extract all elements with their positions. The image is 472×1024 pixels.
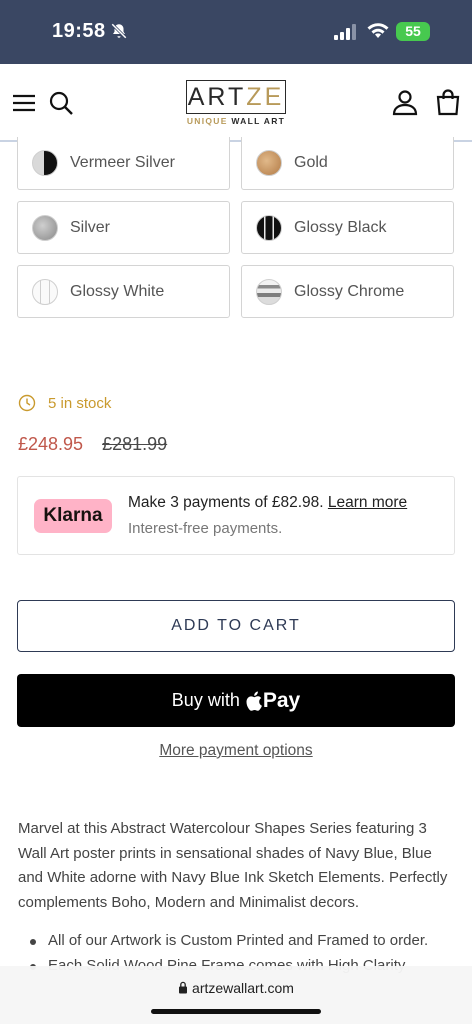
sale-price: £248.95 <box>18 434 84 454</box>
logo-tag-b: WALL ART <box>227 116 286 126</box>
klarna-learn-more-link[interactable]: Learn more <box>328 494 407 511</box>
cellular-signal-icon <box>334 24 356 40</box>
bell-off-icon <box>111 23 127 39</box>
buy-with-apple-pay-button[interactable]: Buy with Pay <box>17 674 455 727</box>
artze-logo[interactable]: ARTZE UNIQUE WALL ART <box>186 80 286 130</box>
klarna-subtext: Interest-free payments. <box>128 520 283 537</box>
logo-tagline: UNIQUE WALL ART <box>186 116 286 126</box>
clock-icon <box>18 394 36 412</box>
frame-option-label: Glossy White <box>70 282 165 300</box>
battery-level: 55 <box>405 23 421 39</box>
cart-bag-icon[interactable] <box>434 88 462 116</box>
search-icon[interactable] <box>48 90 76 118</box>
more-payment-options-link[interactable]: More payment options <box>159 742 312 759</box>
battery-indicator: 55 <box>396 22 430 41</box>
klarna-message: Make 3 payments of £82.98. <box>128 494 324 511</box>
glossy-black-swatch <box>256 214 282 241</box>
klarna-badge: Klarna <box>34 499 112 533</box>
pay-label: Pay <box>262 688 301 712</box>
frame-option-label: Vermeer Silver <box>70 154 175 171</box>
status-bar: 19:58 55 <box>0 0 472 64</box>
buy-with-label: Buy with <box>171 690 240 710</box>
frame-option-label: Glossy Chrome <box>294 282 405 300</box>
price-row: £248.95 £281.99 <box>18 434 167 455</box>
klarna-promo: Klarna Make 3 payments of £82.98. Learn … <box>17 476 455 555</box>
logo-tag-a: UNIQUE <box>186 116 228 126</box>
status-time: 19:58 <box>52 20 106 42</box>
frame-option-silver[interactable]: Silver <box>17 201 230 254</box>
url-display: artzewallart.com <box>0 980 472 996</box>
silver-swatch <box>32 214 58 241</box>
stock-text: 5 in stock <box>48 394 112 412</box>
frame-option-label: Glossy Black <box>294 218 387 236</box>
frame-option-glossy-black[interactable]: Glossy Black <box>241 201 454 254</box>
frame-option-label: Silver <box>70 218 111 236</box>
add-to-cart-button[interactable]: ADD TO CART <box>17 600 455 652</box>
site-header: ARTZE UNIQUE WALL ART <box>0 64 472 142</box>
home-indicator[interactable] <box>151 1009 321 1014</box>
gold-swatch <box>256 150 282 176</box>
klarna-message-line: Make 3 payments of £82.98. Learn more <box>128 494 407 512</box>
frame-option-glossy-chrome[interactable]: Glossy Chrome <box>241 265 454 318</box>
logo-text-a: ART <box>187 83 247 111</box>
frame-option-gold[interactable]: Gold <box>241 137 454 190</box>
lock-icon <box>179 981 188 994</box>
glossy-white-swatch <box>32 278 58 305</box>
frame-option-label: Gold <box>294 154 328 171</box>
menu-icon[interactable] <box>12 90 40 118</box>
url-text: artzewallart.com <box>192 980 294 996</box>
frame-option-glossy-white[interactable]: Glossy White <box>17 265 230 318</box>
wifi-icon <box>367 23 389 38</box>
more-payment-options-row: More payment options <box>0 742 472 760</box>
account-icon[interactable] <box>391 88 419 116</box>
vermeer-silver-swatch <box>32 150 58 176</box>
product-description: Marvel at this Abstract Watercolour Shap… <box>18 820 448 911</box>
apple-logo-icon <box>246 691 262 711</box>
feature-item: All of our Artwork is Custom Printed and… <box>18 929 458 954</box>
logo-text-b: ZE <box>246 83 285 111</box>
stock-status: 5 in stock <box>18 394 111 412</box>
browser-url-bar[interactable]: artzewallart.com <box>0 966 472 1024</box>
glossy-chrome-swatch <box>256 278 282 305</box>
original-price: £281.99 <box>102 434 168 454</box>
frame-option-vermeer-silver[interactable]: Vermeer Silver <box>17 137 230 190</box>
logo-wordmark: ARTZE <box>186 80 286 114</box>
